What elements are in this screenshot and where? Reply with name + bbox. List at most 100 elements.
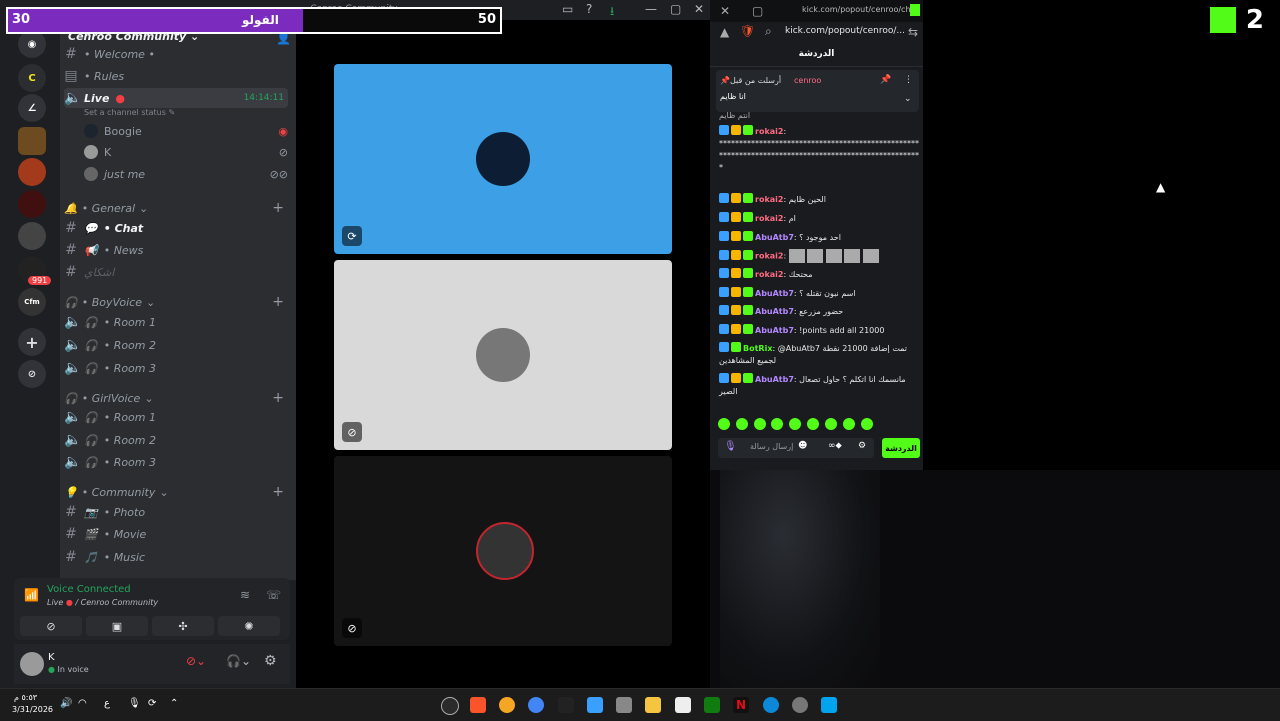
add-channel-icon[interactable]: + — [272, 484, 284, 500]
dm-icon[interactable]: ◉ — [18, 30, 46, 58]
netflix-icon[interactable]: N — [733, 697, 749, 713]
voice-user[interactable]: Boogie ◉ — [84, 121, 288, 141]
volume-icon[interactable]: 🔊 — [60, 698, 72, 709]
app-grey-icon[interactable] — [616, 697, 632, 713]
video-tile-boogie[interactable]: ⟳ — [334, 64, 672, 254]
category-general[interactable]: 🔔 • General ⌄ — [64, 202, 148, 215]
maximize-button[interactable]: ▢ — [670, 2, 681, 16]
channel-rules[interactable]: ▤ • Rules — [64, 66, 288, 86]
points-icon[interactable]: ∞⬥ — [828, 441, 842, 451]
settings-icon[interactable]: ⚙ — [858, 441, 866, 451]
chat-username[interactable]: AbuAtb7 — [755, 307, 794, 316]
discover-icon[interactable]: ⊘ — [18, 360, 46, 388]
add-channel-icon[interactable]: + — [272, 390, 284, 406]
mic-icon[interactable]: 🎙 — [724, 441, 737, 452]
emote-icon[interactable] — [842, 418, 855, 430]
brave-shield-icon[interactable]: 🛡 — [740, 24, 755, 38]
category-girl-voice[interactable]: 🎧 • GirlVoice ⌄ — [64, 392, 154, 405]
minimize-button[interactable]: — — [645, 2, 657, 16]
address-bar[interactable]: kick.com/popout/cenroo/... — [785, 26, 905, 36]
server-icon-anime[interactable] — [18, 158, 46, 186]
chat-username[interactable]: rokai2 — [755, 214, 783, 223]
chevron-down-icon[interactable]: ⌄ — [904, 94, 912, 104]
channel-arabic[interactable]: # اشكاي — [64, 262, 288, 282]
clock-time[interactable]: ٥:٥٣ م — [14, 693, 37, 702]
settings-icon[interactable]: ⚙ — [264, 653, 277, 669]
chat-username[interactable]: AbuAtb7 — [755, 289, 794, 298]
noise-suppression-icon[interactable]: ≋ — [240, 588, 250, 602]
soundboard-button[interactable]: ✺ — [218, 616, 280, 636]
voice-user[interactable]: K ⊘ — [84, 142, 288, 162]
channel-live[interactable]: 🔈 Live ● 14:14:11 — [64, 88, 288, 108]
chrome-icon[interactable] — [528, 697, 544, 713]
headphones-icon[interactable]: 🎧⌄ — [226, 654, 251, 668]
server-icon-red[interactable] — [18, 190, 46, 218]
voice-room[interactable]: 🔈 🎧 • Room 2 — [64, 430, 288, 450]
share-icon[interactable]: ⇆ — [908, 25, 918, 39]
voice-room[interactable]: 🔈 🎧 • Room 3 — [64, 358, 288, 378]
voice-location[interactable]: Live ● / Cenroo Community — [47, 598, 158, 607]
activities-button[interactable]: ✣ — [152, 616, 214, 636]
chat-username[interactable]: AbuAtb7 — [755, 326, 794, 335]
warning-icon[interactable]: ▲ — [720, 25, 729, 39]
microphone-icon[interactable]: 🎙 — [128, 698, 141, 709]
edge-icon[interactable] — [763, 697, 779, 713]
clock-date[interactable]: 3/31/2026 — [12, 705, 53, 714]
help-icon[interactable]: ? — [586, 2, 592, 16]
channel-chat[interactable]: # 💬 • Chat — [64, 218, 288, 238]
voice-room[interactable]: 🔈 🎧 • Room 1 — [64, 312, 288, 332]
app-icon[interactable] — [499, 697, 515, 713]
emoji-icon[interactable]: ☻ — [798, 441, 807, 451]
add-channel-icon[interactable]: + — [272, 294, 284, 310]
chat-input[interactable]: 🎙 إرسال رسالة ☻ ∞⬥ ⚙ — [718, 438, 874, 458]
calendar-icon[interactable] — [675, 697, 691, 713]
xbox-icon[interactable] — [704, 697, 720, 713]
chat-username[interactable]: rokai2 — [755, 127, 783, 136]
channel-photo[interactable]: # 📷 • Photo — [64, 502, 288, 522]
send-chat-button[interactable]: الدردشة — [882, 438, 920, 458]
add-server-icon[interactable]: + — [18, 328, 46, 356]
screen-share-button[interactable]: ▣ — [86, 616, 148, 636]
copilot-icon[interactable] — [441, 697, 459, 715]
server-icon-cenroo[interactable]: ∠ — [18, 94, 46, 122]
close-button[interactable]: ✕ — [694, 2, 704, 16]
close-icon[interactable]: ✕ — [720, 4, 730, 18]
channel-music[interactable]: # 🎵 • Music — [64, 547, 288, 567]
add-channel-icon[interactable]: + — [272, 200, 284, 216]
voice-room[interactable]: 🔈 🎧 • Room 1 — [64, 407, 288, 427]
chat-username[interactable]: rokai2 — [755, 195, 783, 204]
windows-start-icon[interactable] — [821, 697, 837, 713]
voice-room[interactable]: 🔈 🎧 • Room 3 — [64, 452, 288, 472]
emote-icon[interactable] — [771, 418, 784, 430]
server-icon-minecraft[interactable] — [18, 127, 46, 155]
chat-username[interactable]: AbuAtb7 — [755, 233, 794, 242]
emote-icon[interactable] — [718, 418, 730, 430]
emote-icon[interactable] — [735, 418, 748, 430]
chevron-up-icon[interactable]: ⌃ — [170, 698, 178, 709]
mic-muted-icon[interactable]: ⊘⌄ — [186, 654, 206, 668]
app-dark-icon[interactable] — [558, 697, 574, 713]
language-indicator[interactable]: ع — [104, 698, 110, 709]
sync-icon[interactable]: ⟳ — [148, 698, 156, 709]
channel-news[interactable]: # 📢 • News — [64, 240, 288, 260]
pinned-message[interactable]: 📌 أرسلت من قبل cenroo 📌 ⋮ انا ظايم ⌄ — [716, 70, 919, 112]
category-boy-voice[interactable]: 🎧 • BoyVoice ⌄ — [64, 296, 155, 309]
server-icon-c[interactable]: C — [18, 64, 46, 92]
tab-title[interactable]: kick.com/popout/cenroo/ch... — [802, 5, 918, 14]
inbox-icon[interactable]: ▭ — [562, 2, 573, 16]
wifi-icon[interactable]: ◠ — [78, 698, 87, 709]
emote-icon[interactable] — [789, 418, 802, 430]
brave-icon[interactable] — [470, 697, 486, 713]
photos-icon[interactable] — [587, 697, 603, 713]
video-tile-k[interactable]: ⊘ — [334, 260, 672, 450]
emote-icon[interactable] — [807, 418, 820, 430]
emote-icon[interactable] — [753, 418, 766, 430]
avatar[interactable] — [20, 652, 44, 676]
channel-status-hint[interactable]: Set a channel status ✎ — [84, 108, 175, 117]
disconnect-icon[interactable]: ☏ — [266, 588, 281, 602]
more-icon[interactable]: ⋮ — [904, 75, 913, 85]
settings-icon[interactable] — [792, 697, 808, 713]
chat-username[interactable]: BotRix — [743, 344, 772, 353]
voice-user[interactable]: just me ⊘⊘ — [84, 164, 288, 184]
restore-icon[interactable]: ▢ — [752, 4, 763, 18]
